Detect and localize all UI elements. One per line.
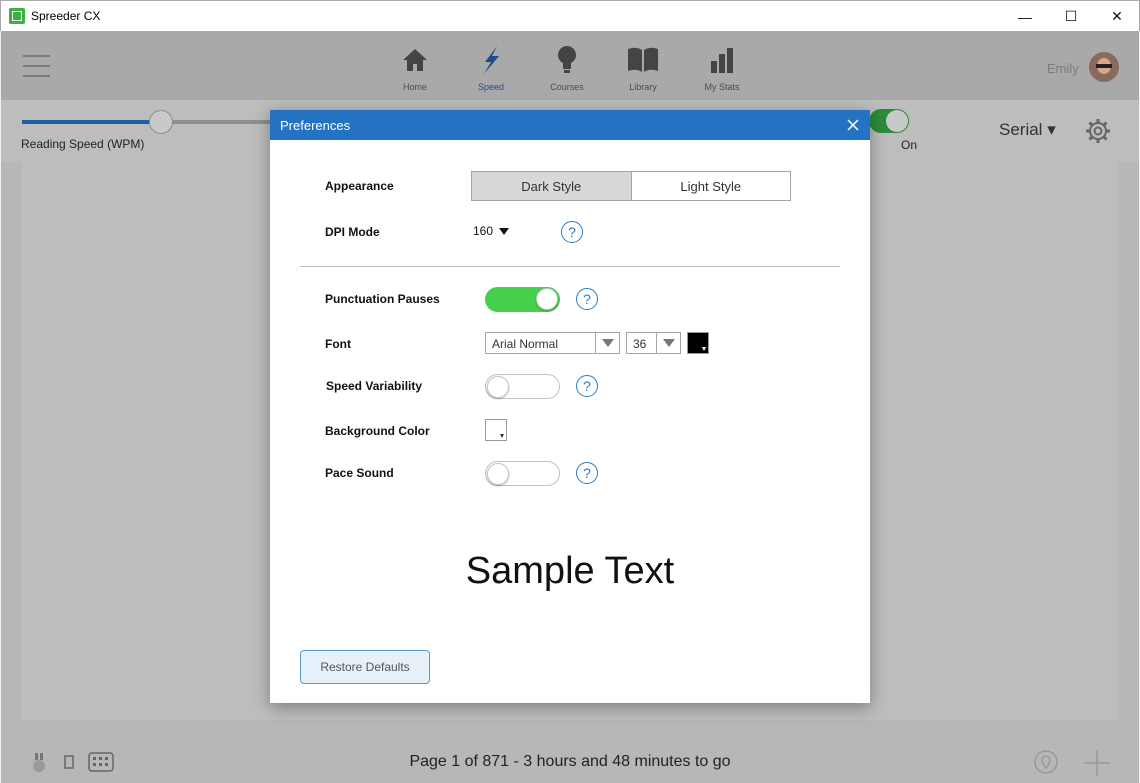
location-pin-icon[interactable]	[1034, 750, 1058, 781]
gear-icon[interactable]	[1085, 118, 1111, 149]
background-color-label: Background Color	[325, 424, 430, 438]
dialog-title: Preferences	[280, 118, 351, 133]
background-color-swatch[interactable]	[485, 419, 507, 441]
lightbulb-icon	[532, 43, 602, 77]
font-label: Font	[325, 337, 351, 351]
nav-item-label: My Stats	[704, 82, 740, 92]
lightning-icon	[456, 43, 526, 77]
app-icon	[9, 8, 25, 24]
font-color-swatch[interactable]	[687, 332, 709, 354]
dialog-body: Appearance Dark Style Light Style DPI Mo…	[270, 140, 870, 703]
restore-defaults-button[interactable]: Restore Defaults	[300, 650, 430, 684]
window-title: Spreeder CX	[31, 9, 101, 23]
toggle-knob	[487, 463, 509, 485]
book-icon	[608, 43, 678, 77]
chevron-down-icon: ▾	[1047, 120, 1056, 139]
speed-variability-toggle[interactable]	[485, 374, 560, 399]
preferences-dialog: Preferences Appearance Dark Style Light …	[270, 110, 870, 703]
reading-speed-label: Reading Speed (WPM)	[21, 137, 145, 151]
chevron-down-icon	[595, 333, 619, 353]
close-window-button[interactable]: ✕	[1094, 1, 1140, 32]
sample-text: Sample Text	[465, 550, 675, 592]
reading-toggle[interactable]	[869, 109, 909, 133]
divider	[300, 266, 840, 267]
dpi-mode-label: DPI Mode	[325, 225, 380, 239]
help-icon[interactable]: ?	[576, 288, 598, 310]
slider-fill	[22, 120, 161, 124]
help-icon[interactable]: ?	[561, 221, 583, 243]
light-style-option[interactable]: Light Style	[632, 172, 791, 200]
appearance-label: Appearance	[325, 179, 394, 193]
toggle-state-label: On	[901, 138, 918, 152]
toggle-knob	[536, 288, 558, 310]
add-icon[interactable]	[1083, 749, 1111, 782]
dialog-header: Preferences	[270, 110, 870, 140]
mode-dropdown[interactable]: Serial ▾	[999, 120, 1056, 140]
nav-item-label: Library	[629, 82, 657, 92]
font-family-select[interactable]: Arial Normal	[485, 332, 620, 354]
caret-down-icon	[702, 347, 706, 351]
font-family-value: Arial Normal	[492, 337, 559, 351]
dpi-mode-dropdown[interactable]: 160	[473, 224, 493, 238]
caret-down-icon	[500, 434, 504, 438]
status-bar: Page 1 of 871 - 3 hours and 48 minutes t…	[1, 743, 1139, 783]
nav-item-label: Courses	[550, 82, 584, 92]
help-icon[interactable]: ?	[576, 375, 598, 397]
nav-item-stats[interactable]: My Stats	[687, 43, 757, 92]
punctuation-pauses-toggle[interactable]	[485, 287, 560, 312]
title-bar: Spreeder CX — ☐ ✕	[0, 0, 1140, 31]
minimize-button[interactable]: —	[1002, 1, 1048, 32]
user-name[interactable]: Emily	[1047, 61, 1079, 76]
pace-sound-label: Pace Sound	[325, 466, 394, 480]
pace-sound-toggle[interactable]	[485, 461, 560, 486]
maximize-button[interactable]: ☐	[1048, 1, 1094, 32]
close-icon[interactable]	[836, 110, 870, 140]
nav-item-speed[interactable]: Speed	[456, 43, 526, 92]
page-progress-text: Page 1 of 871 - 3 hours and 48 minutes t…	[409, 753, 731, 770]
help-icon[interactable]: ?	[576, 462, 598, 484]
caret-down-icon[interactable]	[499, 228, 509, 235]
font-size-value: 36	[633, 337, 647, 351]
dark-style-option[interactable]: Dark Style	[472, 172, 632, 200]
nav-item-home[interactable]: Home	[380, 43, 450, 92]
home-icon	[380, 43, 450, 77]
slider-thumb[interactable]	[149, 110, 173, 134]
nav-item-label: Home	[402, 82, 427, 92]
nav-item-label: Speed	[477, 82, 505, 92]
avatar[interactable]	[1089, 52, 1119, 82]
nav-item-courses[interactable]: Courses	[532, 43, 602, 92]
font-size-select[interactable]: 36	[626, 332, 681, 354]
toggle-knob	[487, 376, 509, 398]
speed-variability-label: Speed Variability	[326, 379, 423, 393]
bar-chart-icon	[687, 43, 757, 77]
mode-value: Serial	[999, 120, 1043, 139]
top-navigation: Home Speed Courses Library My Stats Emil…	[1, 31, 1139, 100]
appearance-toggle: Dark Style Light Style	[471, 171, 791, 201]
chevron-down-icon	[656, 333, 680, 353]
hamburger-menu-icon[interactable]	[23, 55, 50, 77]
nav-item-library[interactable]: Library	[608, 43, 678, 92]
punctuation-pauses-label: Punctuation Pauses	[325, 292, 440, 306]
